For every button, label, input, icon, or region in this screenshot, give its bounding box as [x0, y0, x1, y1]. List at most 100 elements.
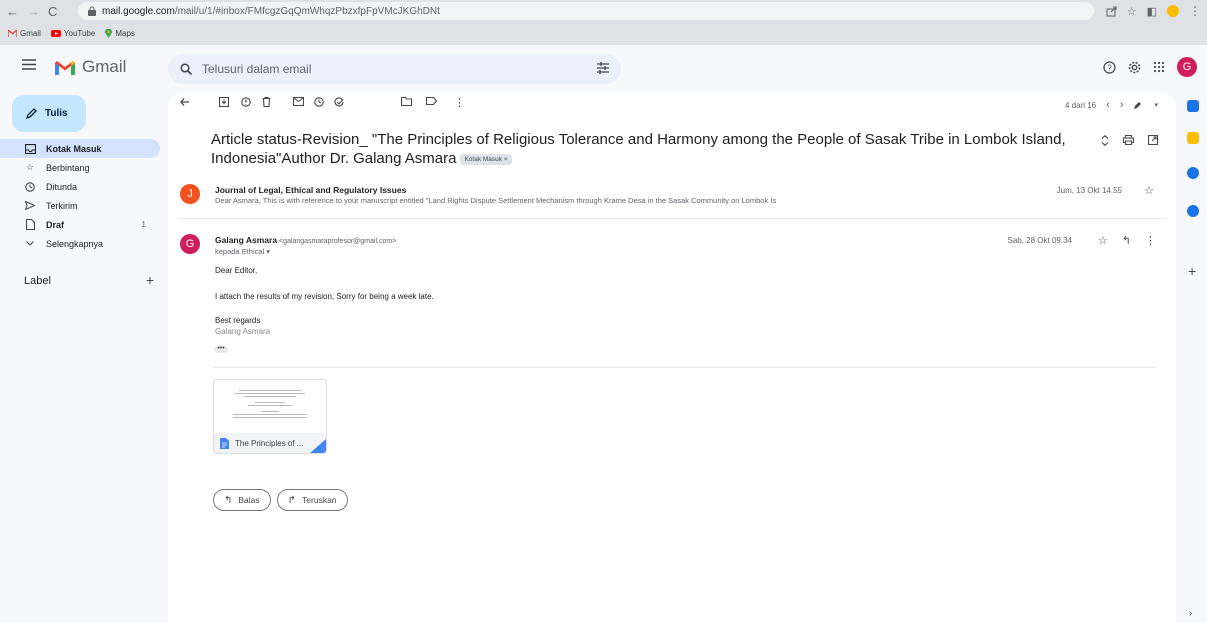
- calendar-icon[interactable]: [1187, 100, 1199, 112]
- message2-date: Sab, 28 Okt 09.34: [1007, 236, 1073, 245]
- gmail-logo[interactable]: Gmail: [54, 57, 126, 77]
- newer-chevron-icon[interactable]: ‹: [1106, 99, 1110, 111]
- youtube-logo-icon: [50, 29, 61, 37]
- forward-button[interactable]: ↱ Teruskan: [276, 489, 348, 511]
- expand-all-icon[interactable]: [1101, 135, 1109, 146]
- move-to-icon[interactable]: [401, 97, 412, 106]
- bookmark-maps[interactable]: Maps: [105, 28, 135, 38]
- bookmarks-bar: Gmail YouTube Maps: [8, 25, 135, 41]
- search-icon[interactable]: [180, 63, 192, 75]
- sidebar-item-drafts[interactable]: Draf 1: [0, 215, 160, 234]
- delete-icon[interactable]: [262, 97, 271, 107]
- sidebar-item-more[interactable]: Selengkapnya: [0, 234, 160, 253]
- more-options-icon[interactable]: ⋮: [454, 96, 465, 109]
- message-divider: [178, 218, 1166, 219]
- pager: 4 dari 16 ‹ › ▾: [1065, 99, 1158, 111]
- sidebar-item-starred[interactable]: ☆ Berbintang: [0, 158, 160, 177]
- star-icon[interactable]: ☆: [1098, 234, 1108, 247]
- reload-icon[interactable]: C: [48, 4, 57, 19]
- sidebar-item-sent[interactable]: Terkirim: [0, 196, 160, 215]
- message1-star-icon[interactable]: ☆: [1144, 184, 1154, 197]
- input-tools-dropdown-icon[interactable]: ▾: [1154, 101, 1158, 109]
- hamburger-menu-icon[interactable]: [22, 59, 36, 70]
- bookmark-gmail[interactable]: Gmail: [8, 29, 41, 38]
- sidebar-item-label: Selengkapnya: [46, 238, 104, 249]
- gmail-logo-icon: [8, 29, 17, 37]
- browser-actions: ☆ ◧ ⋮: [1106, 2, 1201, 20]
- profile-icon[interactable]: [1167, 5, 1179, 17]
- sidebar-item-label: Kotak Masuk: [46, 143, 102, 154]
- message-view: ⋮ 4 dari 16 ‹ › ▾ Article status-Revisio…: [168, 93, 1176, 623]
- show-trimmed-content-button[interactable]: •••: [214, 345, 228, 353]
- open-in-new-window-icon[interactable]: [1148, 135, 1158, 145]
- pencil-icon: [26, 108, 37, 119]
- get-addons-icon[interactable]: +: [1188, 263, 1196, 279]
- back-icon[interactable]: ←: [6, 4, 19, 19]
- reply-button[interactable]: ↰ Balas: [213, 489, 271, 511]
- star-icon: ☆: [25, 162, 35, 172]
- apps-grid-icon[interactable]: [1153, 61, 1165, 73]
- input-tools-pen-icon[interactable]: [1133, 101, 1144, 110]
- tasks-icon[interactable]: [1187, 167, 1199, 179]
- mark-unread-icon[interactable]: [293, 97, 304, 106]
- message1-snippet[interactable]: Dear Asmara, This is with reference to y…: [215, 196, 855, 205]
- account-avatar[interactable]: G: [1177, 57, 1197, 77]
- hide-side-panel-icon[interactable]: ›: [1189, 608, 1192, 619]
- reply-icon[interactable]: ↰: [1122, 234, 1131, 247]
- sidebar-item-inbox[interactable]: Kotak Masuk: [0, 139, 160, 158]
- reply-actions: ↰ Balas ↱ Teruskan: [213, 489, 348, 511]
- archive-icon[interactable]: [219, 97, 229, 107]
- email-closing: Best regards: [215, 316, 261, 325]
- settings-gear-icon[interactable]: [1128, 61, 1141, 74]
- search-bar[interactable]: Telusuri dalam email: [168, 54, 621, 84]
- reply-arrow-icon: ↰: [224, 494, 233, 506]
- keep-icon[interactable]: [1187, 132, 1199, 144]
- search-input[interactable]: Telusuri dalam email: [202, 62, 311, 76]
- message-toolbar: ⋮ 4 dari 16 ‹ › ▾: [168, 93, 1176, 115]
- side-panel-icon[interactable]: ◧: [1147, 5, 1157, 18]
- bookmark-star-icon[interactable]: ☆: [1127, 5, 1137, 18]
- forward-arrow-icon: ↱: [287, 494, 297, 506]
- sender-avatar[interactable]: J: [180, 184, 200, 204]
- sidebar-item-label: Ditunda: [46, 181, 78, 192]
- send-icon: [24, 201, 36, 210]
- message1-sender[interactable]: Journal of Legal, Ethical and Regulatory…: [215, 185, 406, 195]
- draft-icon: [24, 219, 36, 230]
- address-bar[interactable]: mail.google.com/mail/u/1/#inbox/FMfcgzGq…: [78, 2, 1094, 20]
- sender-name[interactable]: Galang Asmara: [215, 235, 277, 245]
- attachment-corner: [310, 439, 326, 453]
- menu-dots-icon[interactable]: ⋮: [1189, 4, 1201, 18]
- bookmark-youtube[interactable]: YouTube: [50, 29, 95, 38]
- report-spam-icon[interactable]: [241, 97, 251, 107]
- attachment-card[interactable]: The Principles of ...: [213, 379, 327, 454]
- search-options-icon[interactable]: [597, 62, 609, 74]
- thread-subject: Article status-Revision_ "The Principles…: [211, 130, 1071, 168]
- browser-nav: ← → C: [6, 0, 57, 22]
- sidebar-item-snoozed[interactable]: Ditunda: [0, 177, 160, 196]
- contacts-icon[interactable]: [1187, 205, 1199, 217]
- inbox-label-chip[interactable]: Kotak Masuk ×: [460, 153, 512, 165]
- forward-icon[interactable]: →: [27, 4, 40, 19]
- label-icon[interactable]: [426, 97, 437, 105]
- back-to-inbox-icon[interactable]: [180, 97, 190, 107]
- attachment-preview: [214, 380, 326, 435]
- draft-count: 1: [141, 220, 146, 229]
- add-label-icon[interactable]: +: [146, 273, 154, 287]
- older-chevron-icon[interactable]: ›: [1120, 99, 1124, 111]
- sidebar-item-label: Berbintang: [46, 162, 90, 173]
- gmail-m-icon: [55, 60, 75, 75]
- snooze-icon[interactable]: [314, 97, 324, 107]
- add-task-icon[interactable]: [334, 97, 344, 107]
- more-icon[interactable]: ⋮: [1145, 234, 1156, 247]
- compose-button[interactable]: Tulis: [12, 95, 86, 132]
- browser-chrome: ← → C mail.google.com/mail/u/1/#inbox/FM…: [0, 0, 1207, 45]
- sender-email: <galangasmaraprofesor@gmail.com>: [279, 238, 397, 245]
- recipient-details-toggle[interactable]: kepada Ethical ▾: [215, 247, 270, 256]
- share-icon[interactable]: [1106, 6, 1117, 17]
- clock-icon: [24, 181, 36, 192]
- subject-actions: [1101, 135, 1158, 146]
- print-icon[interactable]: [1123, 135, 1134, 145]
- help-icon[interactable]: ?: [1103, 60, 1116, 74]
- sender-avatar[interactable]: G: [180, 234, 200, 254]
- header-actions: ? G: [1103, 57, 1197, 77]
